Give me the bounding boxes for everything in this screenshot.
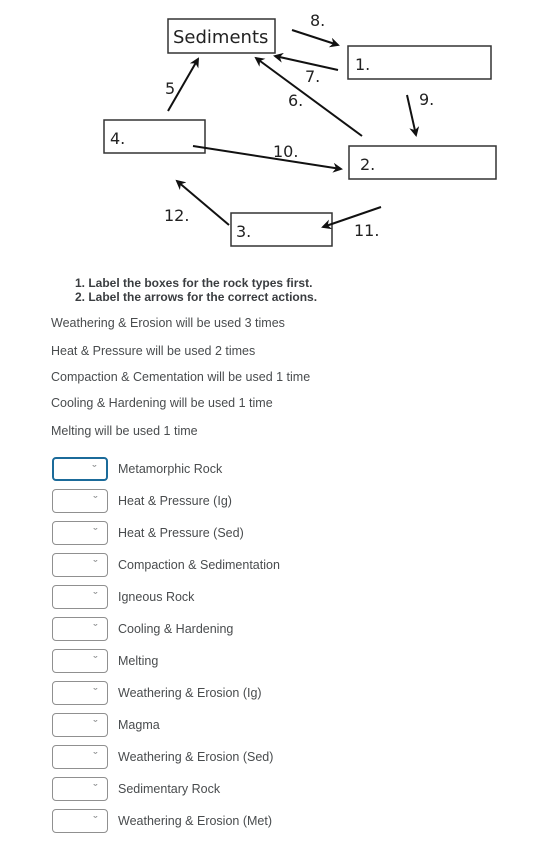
answer-select[interactable]: ˇ <box>52 649 108 673</box>
usage-note: Compaction & Cementation will be used 1 … <box>51 370 311 384</box>
matching-row: ˇ Heat & Pressure (Sed) <box>52 519 244 547</box>
rock-cycle-diagram: Sediments 1. 2. 3. 4. 5 6. 7. 8. 9. 10. … <box>103 11 497 247</box>
arrow-8 <box>291 29 340 48</box>
answer-select[interactable]: ˇ <box>52 457 108 481</box>
arrow-10-label: 10. <box>273 142 298 161</box>
matching-item-label: Weathering & Erosion (Sed) <box>118 750 274 764</box>
box-1: 1. <box>347 45 492 80</box>
matching-row: ˇ Sedimentary Rock <box>52 775 220 803</box>
answer-select[interactable]: ˇ <box>52 585 108 609</box>
box-3: 3. <box>230 212 333 247</box>
box-2-label: 2. <box>360 155 375 174</box>
box-2: 2. <box>348 145 497 180</box>
box-1-label: 1. <box>355 55 370 74</box>
matching-item-label: Sedimentary Rock <box>118 782 221 796</box>
matching-item-label: Magma <box>118 718 160 732</box>
matching-item-label: Metamorphic Rock <box>118 462 223 476</box>
matching-item-label: Heat & Pressure (Sed) <box>118 526 244 540</box>
instruction-item: 2. Label the arrows for the correct acti… <box>75 290 318 304</box>
box-sediments: Sediments <box>167 18 276 54</box>
chevron-down-icon: ˇ <box>93 655 98 665</box>
matching-row: ˇ Magma <box>52 711 160 739</box>
chevron-down-icon: ˇ <box>93 719 98 729</box>
box-4: 4. <box>103 119 206 154</box>
arrow-9 <box>406 94 420 137</box>
instruction-item: 1. Label the boxes for the rock types fi… <box>75 276 313 290</box>
instructions-list: 1. Label the boxes for the rock types fi… <box>75 276 317 304</box>
matching-item-label: Heat & Pressure (Ig) <box>118 494 232 508</box>
matching-row: ˇ Weathering & Erosion (Ig) <box>52 679 262 707</box>
chevron-down-icon: ˇ <box>93 783 98 793</box>
matching-row: ˇ Melting <box>52 647 158 675</box>
answer-select[interactable]: ˇ <box>52 617 108 641</box>
answer-select[interactable]: ˇ <box>52 713 108 737</box>
arrow-6-label: 6. <box>288 91 303 110</box>
arrow-5-label: 5 <box>165 79 175 98</box>
matching-item-label: Compaction & Sedimentation <box>118 558 280 572</box>
chevron-down-icon: ˇ <box>93 591 98 601</box>
matching-item-label: Weathering & Erosion (Ig) <box>118 686 262 700</box>
matching-row: ˇ Weathering & Erosion (Sed) <box>52 743 273 771</box>
chevron-down-icon: ˇ <box>93 559 98 569</box>
matching-item-label: Cooling & Hardening <box>118 622 234 636</box>
matching-row: ˇ Igneous Rock <box>52 583 194 611</box>
matching-row: ˇ Cooling & Hardening <box>52 615 233 643</box>
box-4-label: 4. <box>110 129 125 148</box>
matching-row: ˇ Compaction & Sedimentation <box>52 551 280 579</box>
arrow-12-label: 12. <box>164 206 189 225</box>
answer-select[interactable]: ˇ <box>52 521 108 545</box>
chevron-down-icon: ˇ <box>93 751 98 761</box>
usage-note: Heat & Pressure will be used 2 times <box>51 344 256 358</box>
chevron-down-icon: ˇ <box>93 527 98 537</box>
chevron-down-icon: ˇ <box>92 464 97 474</box>
answer-select[interactable]: ˇ <box>52 681 108 705</box>
matching-item-label: Melting <box>118 654 159 668</box>
answer-select[interactable]: ˇ <box>52 553 108 577</box>
answer-select[interactable]: ˇ <box>52 489 108 513</box>
usage-note: Melting will be used 1 time <box>51 424 198 438</box>
chevron-down-icon: ˇ <box>93 495 98 505</box>
chevron-down-icon: ˇ <box>93 687 98 697</box>
box-3-label: 3. <box>236 222 251 241</box>
matching-row: ˇ Weathering & Erosion (Met) <box>52 807 272 835</box>
chevron-down-icon: ˇ <box>93 623 98 633</box>
answer-select[interactable]: ˇ <box>52 777 108 801</box>
arrow-8-label: 8. <box>310 11 325 30</box>
chevron-down-icon: ˇ <box>93 815 98 825</box>
matching-item-label: Weathering & Erosion (Met) <box>118 814 272 828</box>
answer-select[interactable]: ˇ <box>52 745 108 769</box>
matching-row: ˇ Metamorphic Rock <box>52 455 222 483</box>
arrow-7-label: 7. <box>305 67 320 86</box>
matching-row: ˇ Heat & Pressure (Ig) <box>52 487 232 515</box>
arrow-9-label: 9. <box>419 90 434 109</box>
answer-select[interactable]: ˇ <box>52 809 108 833</box>
arrow-10 <box>192 145 343 173</box>
usage-note: Weathering & Erosion will be used 3 time… <box>51 316 285 330</box>
matching-item-label: Igneous Rock <box>118 590 195 604</box>
box-sediments-label: Sediments <box>173 27 268 48</box>
usage-note: Cooling & Hardening will be used 1 time <box>51 396 273 410</box>
arrow-11-label: 11. <box>354 221 379 240</box>
